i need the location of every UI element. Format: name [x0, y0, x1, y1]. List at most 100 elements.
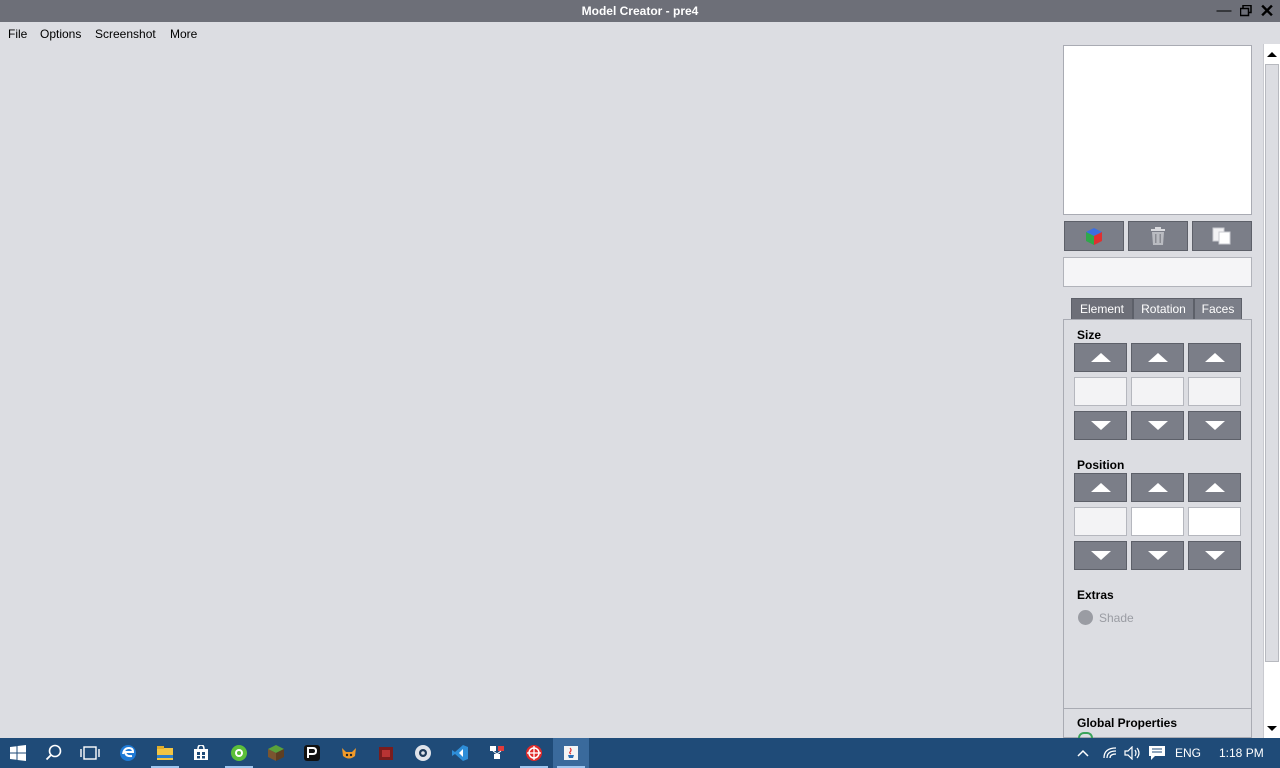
store-icon [194, 745, 208, 760]
clock[interactable]: 1:18 PM [1219, 738, 1264, 768]
side-panel: Element Rotation Faces Size Position Ext… [1062, 44, 1262, 738]
tab-element[interactable]: Element [1071, 298, 1133, 319]
app-steam-button[interactable] [405, 738, 441, 768]
chevron-up-icon [1077, 749, 1089, 757]
app-green-button[interactable] [221, 738, 257, 768]
show-hidden-icons-button[interactable] [1076, 738, 1090, 768]
network-app-icon [490, 746, 504, 759]
start-button[interactable] [0, 738, 36, 768]
size-z-field[interactable] [1188, 377, 1241, 406]
menu-options[interactable]: Options [40, 27, 81, 41]
position-z-field[interactable] [1188, 507, 1241, 536]
divider [1064, 708, 1251, 709]
store-button[interactable] [183, 738, 219, 768]
app-network-button[interactable] [479, 738, 515, 768]
edge-button[interactable] [110, 738, 146, 768]
app-red-wheel-button[interactable] [516, 738, 552, 768]
window-title: Model Creator - pre4 [581, 4, 699, 18]
menu-more[interactable]: More [170, 27, 197, 41]
title-bar: Model Creator - pre4 — ✕ [0, 0, 1280, 22]
down-arrow-icon [1090, 421, 1111, 430]
java-app-button[interactable] [553, 738, 589, 768]
size-x-down-button[interactable] [1074, 411, 1127, 440]
down-arrow-icon [1267, 725, 1277, 731]
menu-screenshot[interactable]: Screenshot [95, 27, 156, 41]
scroll-thumb[interactable] [1265, 64, 1279, 662]
minecraft-button[interactable] [258, 738, 294, 768]
position-y-up-button[interactable] [1131, 473, 1184, 502]
app-fox-button[interactable] [331, 738, 367, 768]
scroll-down-button[interactable] [1264, 720, 1280, 736]
cube-icon [1086, 228, 1102, 245]
minimize-button[interactable]: — [1214, 1, 1234, 21]
scroll-up-button[interactable] [1264, 46, 1280, 62]
tab-rotation[interactable]: Rotation [1133, 298, 1194, 319]
element-panel: Size Position Extras Shade Global Proper… [1063, 319, 1252, 738]
fox-app-icon [342, 748, 356, 759]
model-viewport[interactable] [0, 44, 1062, 738]
size-x-up-button[interactable] [1074, 343, 1127, 372]
up-arrow-icon [1204, 483, 1225, 492]
size-z-up-button[interactable] [1188, 343, 1241, 372]
wifi-icon [1103, 747, 1117, 759]
app-vs-button[interactable] [442, 738, 478, 768]
taskbar: ENG 1:18 PM [0, 738, 1280, 768]
p-app-icon [304, 745, 320, 761]
position-title: Position [1077, 458, 1125, 472]
position-x-up-button[interactable] [1074, 473, 1127, 502]
steam-icon [415, 745, 431, 761]
green-circle-app-icon [231, 745, 247, 761]
search-button[interactable] [36, 738, 72, 768]
app-p-button[interactable] [294, 738, 330, 768]
position-z-down-button[interactable] [1188, 541, 1241, 570]
shade-label: Shade [1099, 611, 1134, 625]
task-view-button[interactable] [72, 738, 108, 768]
extras-title: Extras [1077, 588, 1114, 602]
up-arrow-icon [1090, 483, 1111, 492]
close-button[interactable]: ✕ [1257, 1, 1277, 21]
folder-icon [157, 746, 173, 760]
down-arrow-icon [1204, 421, 1225, 430]
size-x-field[interactable] [1074, 377, 1127, 406]
size-y-down-button[interactable] [1131, 411, 1184, 440]
position-x-field[interactable] [1074, 507, 1127, 536]
element-name-field[interactable] [1063, 257, 1252, 287]
size-y-up-button[interactable] [1131, 343, 1184, 372]
grass-block-icon [268, 745, 284, 761]
volume-tray-button[interactable] [1124, 738, 1142, 768]
add-element-button[interactable] [1064, 221, 1124, 251]
language-indicator[interactable]: ENG [1175, 738, 1201, 768]
element-list[interactable] [1063, 45, 1252, 215]
maximize-button[interactable] [1236, 1, 1256, 21]
network-tray-button[interactable] [1102, 738, 1118, 768]
red-box-icon [379, 747, 393, 760]
position-y-field[interactable] [1131, 507, 1184, 536]
notifications-tray-button[interactable] [1148, 738, 1166, 768]
red-wheel-icon [526, 745, 542, 761]
search-icon [45, 744, 62, 761]
menu-bar: File Options Screenshot More [0, 22, 1280, 44]
message-icon [1149, 746, 1165, 760]
copy-icon [1212, 227, 1231, 245]
duplicate-element-button[interactable] [1192, 221, 1252, 251]
side-scrollbar[interactable] [1263, 44, 1280, 738]
shade-radio[interactable] [1078, 610, 1093, 625]
menu-file[interactable]: File [8, 27, 27, 41]
file-explorer-button[interactable] [147, 738, 183, 768]
size-z-down-button[interactable] [1188, 411, 1241, 440]
task-view-icon [80, 746, 100, 760]
size-y-field[interactable] [1131, 377, 1184, 406]
up-arrow-icon [1147, 483, 1168, 492]
down-arrow-icon [1090, 551, 1111, 560]
down-arrow-icon [1204, 551, 1225, 560]
delete-element-button[interactable] [1128, 221, 1188, 251]
app-box-button[interactable] [368, 738, 404, 768]
edge-icon [120, 745, 136, 761]
position-x-down-button[interactable] [1074, 541, 1127, 570]
position-z-up-button[interactable] [1188, 473, 1241, 502]
down-arrow-icon [1147, 421, 1168, 430]
java-icon [564, 746, 578, 760]
tab-faces[interactable]: Faces [1194, 298, 1242, 319]
position-y-down-button[interactable] [1131, 541, 1184, 570]
up-arrow-icon [1090, 353, 1111, 362]
